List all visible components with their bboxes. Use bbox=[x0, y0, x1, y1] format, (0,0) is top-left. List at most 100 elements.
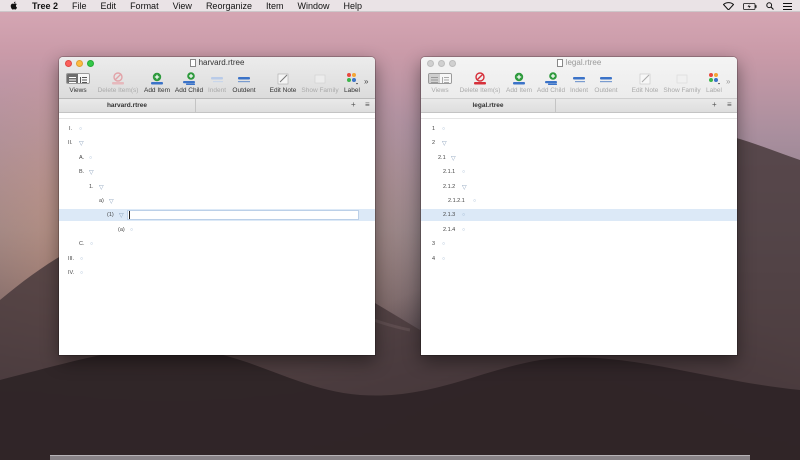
toolbar-overflow-chevron-icon[interactable]: » bbox=[726, 77, 730, 86]
list-item[interactable]: 4 ○ bbox=[421, 253, 737, 265]
battery-icon[interactable] bbox=[743, 2, 757, 10]
document-proxy-icon[interactable] bbox=[556, 58, 563, 67]
outline-view[interactable]: 1 ○ 2 ▽ 2.1 ▽ 2.1.1 ○ 2.1.2 ▽ 2.1.2.1 ○ … bbox=[421, 119, 737, 345]
disclosure-triangle-icon[interactable]: ▽ bbox=[99, 184, 104, 191]
indent-label: Indent bbox=[569, 87, 589, 94]
outline-view-icon[interactable] bbox=[67, 74, 78, 83]
disclosure-triangle-icon[interactable]: ▽ bbox=[462, 184, 467, 191]
item-text-editor[interactable] bbox=[127, 210, 359, 220]
add-item-button[interactable]: Add Item bbox=[504, 69, 534, 97]
column-view-icon[interactable] bbox=[78, 74, 89, 83]
indent-button[interactable]: Indent bbox=[567, 69, 591, 97]
new-tab-button[interactable]: + bbox=[712, 100, 717, 109]
item-number: A. bbox=[79, 155, 85, 161]
list-item[interactable]: 1 ○ bbox=[421, 123, 737, 135]
views-control[interactable]: Views bbox=[62, 69, 94, 97]
new-tab-button[interactable]: + bbox=[351, 100, 356, 109]
label-button[interactable]: Label bbox=[342, 69, 362, 97]
menu-file[interactable]: File bbox=[72, 1, 87, 11]
bullet-icon[interactable]: ○ bbox=[462, 227, 465, 233]
bullet-icon[interactable]: ○ bbox=[89, 155, 92, 161]
indent-button[interactable]: Indent bbox=[205, 69, 229, 97]
add-child-button[interactable]: Add Child bbox=[173, 69, 205, 97]
label-label: Label bbox=[706, 87, 722, 94]
bullet-icon[interactable]: ○ bbox=[462, 212, 465, 218]
edit-note-button[interactable]: Edit Note bbox=[267, 69, 299, 97]
list-item[interactable]: (a) ○ bbox=[59, 224, 375, 236]
label-color-icon bbox=[706, 71, 722, 85]
spotlight-search-icon[interactable] bbox=[766, 2, 774, 10]
bullet-icon[interactable]: ○ bbox=[442, 241, 445, 247]
list-item[interactable]: C. ○ bbox=[59, 238, 375, 250]
outdent-button[interactable]: Outdent bbox=[592, 69, 620, 97]
menu-edit[interactable]: Edit bbox=[101, 1, 117, 11]
bullet-icon[interactable]: ○ bbox=[442, 126, 445, 132]
outline-view[interactable]: I. ○ II. ▽ A. ○ B. ▽ 1. ▽ a) ▽ (1) ▽ (a)… bbox=[59, 119, 375, 345]
outline-view-icon[interactable] bbox=[429, 74, 440, 83]
add-child-button[interactable]: Add Child bbox=[535, 69, 567, 97]
show-family-button[interactable]: Show Family bbox=[301, 69, 339, 97]
list-item[interactable]: 3 ○ bbox=[421, 238, 737, 250]
list-item[interactable]: III. ○ bbox=[59, 253, 375, 265]
indent-label: Indent bbox=[207, 87, 227, 94]
bullet-icon[interactable]: ○ bbox=[80, 270, 83, 276]
list-item[interactable]: B. ▽ bbox=[59, 166, 375, 178]
list-item[interactable]: 2.1.1 ○ bbox=[421, 166, 737, 178]
apple-menu-icon[interactable] bbox=[10, 1, 20, 10]
bullet-icon[interactable]: ○ bbox=[80, 256, 83, 262]
disclosure-triangle-icon[interactable]: ▽ bbox=[451, 155, 456, 162]
bullet-icon[interactable]: ○ bbox=[130, 227, 133, 233]
window-titlebar[interactable]: legal.rtree Views Delete Item(s) Add Ite… bbox=[421, 57, 737, 99]
list-item-selected[interactable]: (1) ▽ bbox=[59, 209, 375, 221]
menu-item[interactable]: Item bbox=[266, 1, 284, 11]
list-item[interactable]: 2.1.4 ○ bbox=[421, 224, 737, 236]
views-control[interactable]: Views bbox=[424, 69, 456, 97]
list-item[interactable]: II. ▽ bbox=[59, 137, 375, 149]
label-button[interactable]: Label bbox=[704, 69, 724, 97]
disclosure-triangle-icon[interactable]: ▽ bbox=[119, 212, 124, 219]
menu-help[interactable]: Help bbox=[344, 1, 363, 11]
disclosure-triangle-icon[interactable]: ▽ bbox=[109, 198, 114, 205]
disclosure-triangle-icon[interactable]: ▽ bbox=[89, 169, 94, 176]
list-item[interactable]: a) ▽ bbox=[59, 195, 375, 207]
list-item[interactable]: A. ○ bbox=[59, 152, 375, 164]
tab-menu-button[interactable]: ≡ bbox=[365, 100, 370, 109]
disclosure-triangle-icon[interactable]: ▽ bbox=[79, 140, 84, 147]
list-item[interactable]: IV. ○ bbox=[59, 267, 375, 279]
list-item[interactable]: 2.1.2.1 ○ bbox=[421, 195, 737, 207]
menu-window[interactable]: Window bbox=[297, 1, 329, 11]
disclosure-triangle-icon[interactable]: ▽ bbox=[442, 140, 447, 147]
tab-legal[interactable]: legal.rtree bbox=[421, 99, 555, 112]
toolbar-overflow-chevron-icon[interactable]: » bbox=[364, 77, 368, 86]
wifi-icon[interactable] bbox=[723, 2, 734, 10]
tab-harvard[interactable]: harvard.rtree bbox=[59, 99, 195, 112]
edit-note-button[interactable]: Edit Note bbox=[629, 69, 661, 97]
menu-view[interactable]: View bbox=[173, 1, 192, 11]
delete-items-button[interactable]: Delete Item(s) bbox=[97, 69, 139, 97]
list-item[interactable]: I. ○ bbox=[59, 123, 375, 135]
column-view-icon[interactable] bbox=[440, 74, 451, 83]
bullet-icon[interactable]: ○ bbox=[442, 256, 445, 262]
list-item[interactable]: 2 ▽ bbox=[421, 137, 737, 149]
add-item-button[interactable]: Add Item bbox=[142, 69, 172, 97]
list-item-selected[interactable]: 2.1.3 ○ bbox=[421, 209, 737, 221]
window-titlebar[interactable]: harvard.rtree Views Delete Item(s) Add I… bbox=[59, 57, 375, 99]
menu-reorganize[interactable]: Reorganize bbox=[206, 1, 252, 11]
outdent-button[interactable]: Outdent bbox=[230, 69, 258, 97]
document-proxy-icon[interactable] bbox=[189, 58, 196, 67]
notification-center-icon[interactable] bbox=[783, 2, 792, 10]
show-family-button[interactable]: Show Family bbox=[663, 69, 701, 97]
list-item[interactable]: 2.1.2 ▽ bbox=[421, 181, 737, 193]
bullet-icon[interactable]: ○ bbox=[473, 198, 476, 204]
dock[interactable] bbox=[50, 455, 750, 460]
list-item[interactable]: 2.1 ▽ bbox=[421, 152, 737, 164]
bullet-icon[interactable]: ○ bbox=[462, 169, 465, 175]
bullet-icon[interactable]: ○ bbox=[90, 241, 93, 247]
menu-app-name[interactable]: Tree 2 bbox=[32, 1, 58, 11]
bullet-icon[interactable]: ○ bbox=[79, 126, 82, 132]
menu-format[interactable]: Format bbox=[130, 1, 159, 11]
delete-items-button[interactable]: Delete Item(s) bbox=[459, 69, 501, 97]
list-item[interactable]: 1. ▽ bbox=[59, 181, 375, 193]
item-number: 2.1.4 bbox=[443, 227, 456, 233]
tab-menu-button[interactable]: ≡ bbox=[727, 100, 732, 109]
